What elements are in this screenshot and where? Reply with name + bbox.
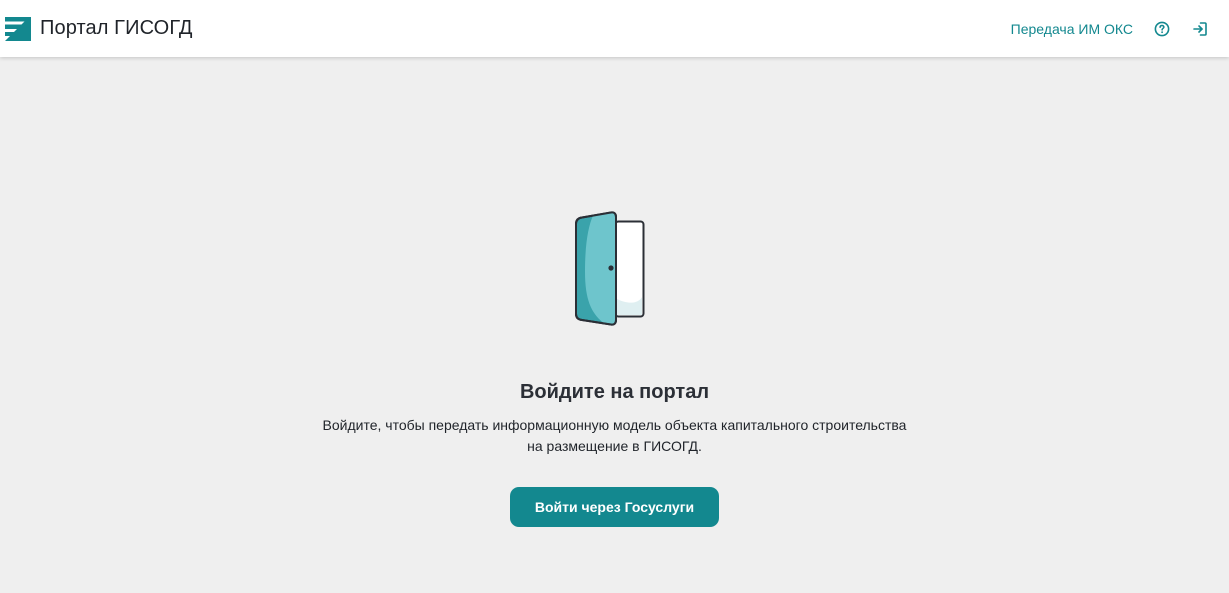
login-icon[interactable] [1191, 20, 1209, 38]
gisogd-logo-icon [5, 16, 31, 41]
page-heading: Войдите на портал [519, 381, 710, 403]
gosuslugi-login-button[interactable]: Войти через Госуслуги [510, 487, 719, 527]
login-panel: Войдите на портал Войдите, чтобы передат… [0, 57, 1229, 593]
brand[interactable]: Портал ГИСОГД [5, 16, 193, 41]
transfer-link[interactable]: Передача ИМ ОКС [1011, 21, 1133, 37]
page-description: Войдите, чтобы передать информационную м… [295, 415, 935, 457]
top-header: Портал ГИСОГД Передача ИМ ОКС [0, 0, 1229, 57]
header-actions: Передача ИМ ОКС [1011, 20, 1209, 38]
description-line-1: Войдите, чтобы передать информационную м… [322, 417, 907, 433]
description-line-2: на размещение в ГИСОГД. [527, 438, 702, 454]
app-title: Портал ГИСОГД [40, 17, 193, 39]
open-door-icon [574, 211, 644, 326]
help-icon[interactable] [1153, 20, 1171, 38]
